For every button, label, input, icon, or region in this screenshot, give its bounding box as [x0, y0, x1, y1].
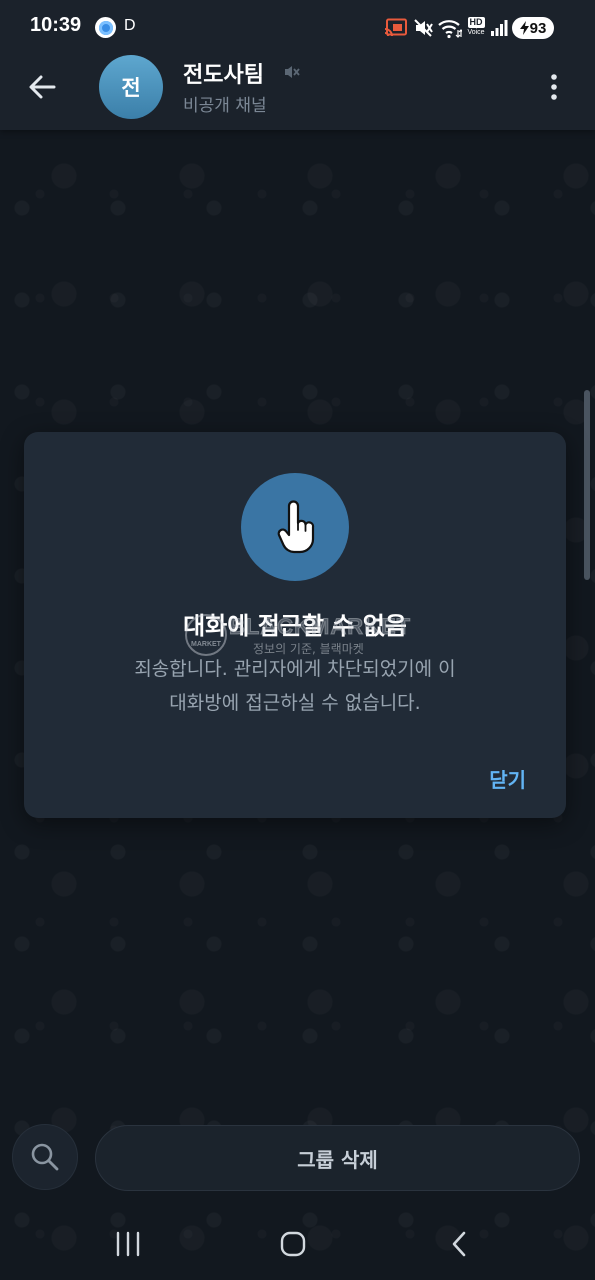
app-notification-icon-inner: [98, 20, 113, 35]
wifi-icon: [438, 20, 462, 39]
more-vertical-icon[interactable]: [543, 70, 565, 104]
dialog-message-line-1: 죄송합니다. 관리자에게 차단되었기에 이: [134, 658, 456, 680]
close-button[interactable]: 닫기: [489, 762, 526, 794]
muted-speaker-icon: [285, 66, 300, 78]
avatar-letter: 전: [121, 76, 141, 100]
voice-label: Voice: [467, 29, 485, 36]
chat-title[interactable]: 전도사팀: [183, 57, 264, 89]
status-carrier-letter: D: [124, 17, 136, 34]
signal-icon: [491, 20, 508, 36]
pointing-hand-icon: [277, 500, 315, 554]
battery-level: 93: [529, 19, 547, 37]
delete-group-label: 그룹 삭제: [297, 1147, 378, 1172]
dialog-title: 대화에 접근할 수 없음: [183, 612, 407, 640]
avatar[interactable]: 전: [99, 55, 163, 119]
dialog-message: 죄송합니다. 관리자에게 차단되었기에 이 대화방에 접근하실 수 없습니다.: [24, 652, 566, 720]
search-icon: [31, 1143, 59, 1171]
delete-group-button[interactable]: 그룹 삭제: [95, 1125, 580, 1191]
back-chevron-icon[interactable]: [446, 1230, 474, 1258]
sound-mute-icon: [414, 19, 433, 37]
screen-cast-icon: [384, 18, 407, 37]
recent-apps-icon[interactable]: [112, 1230, 144, 1258]
search-button[interactable]: [12, 1124, 78, 1190]
hd-voice-icon: HD Voice: [465, 17, 487, 39]
scrollbar[interactable]: [584, 390, 590, 580]
battery-charging-icon: 93: [512, 17, 554, 39]
home-icon[interactable]: [279, 1230, 307, 1258]
bolt-icon: [519, 21, 529, 35]
hd-label: HD: [467, 17, 485, 28]
status-time: 10:39: [30, 14, 82, 36]
dialog-icon-circle: [241, 473, 349, 581]
arrow-left-icon[interactable]: [24, 70, 60, 104]
app-notification-icon: [95, 17, 116, 38]
dialog-message-line-2: 대화방에 접근하실 수 없습니다.: [169, 692, 421, 714]
access-denied-dialog: 대화에 접근할 수 없음 죄송합니다. 관리자에게 차단되었기에 이 대화방에 …: [24, 432, 566, 818]
chat-subtitle: 비공개 채널: [183, 96, 267, 116]
